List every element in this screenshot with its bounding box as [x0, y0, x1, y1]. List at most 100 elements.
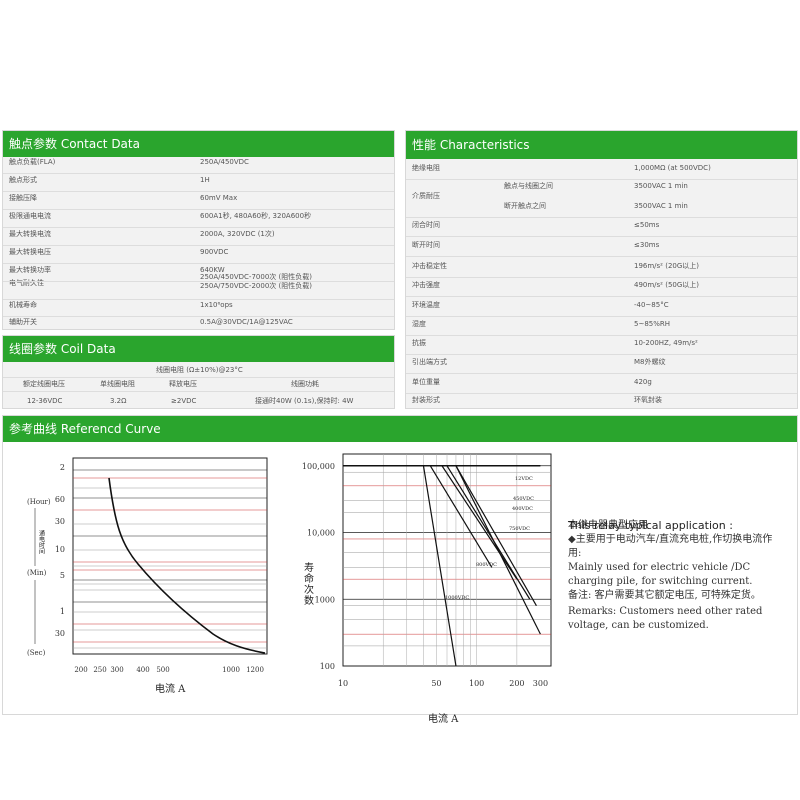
life-chart: 12VDC 450VDC 400VDC 750VDC 800VDC 1000VDC 100…	[302, 453, 552, 725]
characteristics-row-value: 1,000MΩ (at 500VDC)	[634, 164, 711, 172]
characteristics-row-sublabel: 断开触点之间	[504, 202, 546, 210]
on-time-ytick: 2	[60, 463, 65, 472]
on-time-xtick: 500	[156, 666, 169, 674]
contact-row-value: 0.5A@30VDC/1A@125VAC	[200, 318, 293, 326]
on-time-xtick: 250	[93, 666, 106, 674]
life-ytick: 10,000	[307, 529, 335, 538]
contact-row-label: 最大转换电流	[9, 230, 51, 238]
on-time-ytick: 5	[60, 571, 65, 580]
contact-row-value: 1H	[200, 176, 210, 184]
contact-row-value: 900VDC	[200, 248, 229, 256]
on-time-xtick: 200	[74, 666, 87, 674]
characteristics-row-label: 单位重量	[412, 378, 440, 386]
characteristics-panel: 性能 Characteristics 绝缘电阻 1,000MΩ (at 500VD…	[405, 130, 798, 409]
characteristics-row-sublabel: 触点与线圈之间	[504, 182, 553, 190]
contact-row-label: 接触压降	[9, 194, 37, 202]
on-time-unit-hour: (Hour)	[27, 498, 51, 506]
coil-header-voltage: 额定线圈电压	[23, 380, 65, 388]
on-time-ytick: 1	[60, 607, 65, 616]
application-en2: Remarks: Customers need other rated volt…	[568, 606, 763, 631]
on-time-ytick: 10	[55, 545, 65, 554]
coil-data-panel: 线圈参数 Coil Data 线圈电阻 (Ω±10%)@23°C 额定线圈电压 …	[2, 335, 395, 409]
life-xtick: 10	[338, 679, 348, 688]
characteristics-row-value: ≤30ms	[634, 241, 660, 249]
coil-value-power: 接通时40W (0.1s),保持时: 4W	[255, 397, 354, 405]
application-en1: Mainly used for electric vehicle /DC cha…	[568, 562, 753, 587]
characteristics-row-value: 420g	[634, 378, 652, 386]
application-text: 本继电器典型应用 This relay typical application …	[568, 519, 778, 633]
coil-value-resistance: 3.2Ω	[110, 397, 127, 405]
life-series-label: 12VDC	[515, 476, 533, 482]
on-time-xtick: 300	[110, 666, 123, 674]
life-series-label: 450VDC	[513, 496, 534, 502]
characteristics-row-value: 3500VAC 1 min	[634, 182, 688, 190]
life-xtick: 200	[509, 679, 524, 688]
characteristics-row-label: 冲击稳定性	[412, 262, 447, 270]
characteristics-row-label: 环境温度	[412, 301, 440, 309]
application-cn2: 备注: 客户需要其它额定电压, 可特殊定货。	[568, 590, 761, 601]
coil-data-title: 线圈参数 Coil Data	[3, 336, 394, 362]
life-xtick: 100	[469, 679, 484, 688]
life-series-label: 750VDC	[509, 526, 530, 532]
life-series-label: 1000VDC	[445, 595, 469, 601]
characteristics-row-value: 490m/s² (50G以上)	[634, 281, 700, 289]
life-series-label: 800VDC	[476, 562, 497, 568]
on-time-xtick: 1000	[222, 666, 240, 674]
on-time-unit-min: (Min)	[27, 569, 47, 577]
on-time-unit-sec: (Sec)	[27, 649, 46, 657]
contact-row-label: 辅助开关	[9, 318, 37, 326]
characteristics-row-label: 封装形式	[412, 396, 440, 404]
reference-curve-title: 参考曲线 Referencd Curve	[3, 416, 797, 442]
characteristics-row-value: M8外螺纹	[634, 358, 666, 366]
life-series-label: 400VDC	[512, 506, 533, 512]
characteristics-row-value: 196m/s² (20G以上)	[634, 262, 700, 270]
coil-value-voltage: 12-36VDC	[27, 397, 63, 405]
characteristics-row-value: 环氧封装	[634, 396, 662, 404]
coil-value-release: ≥2VDC	[171, 397, 197, 405]
contact-row-label: 触点形式	[9, 176, 37, 184]
contact-data-panel: 触点参数 Contact Data 触点负载(FLA) 250A/450VDC 触点…	[2, 130, 395, 330]
characteristics-row-label: 抗振	[412, 339, 426, 347]
characteristics-row-value: 5~85%RH	[634, 320, 671, 328]
characteristics-row-label: 介质耐压	[412, 192, 440, 200]
characteristics-row-value: 3500VAC 1 min	[634, 202, 688, 210]
characteristics-row-label: 湿度	[412, 320, 426, 328]
coil-top-header: 线圈电阻 (Ω±10%)@23°C	[156, 366, 243, 374]
life-ytick: 100,000	[302, 462, 335, 471]
contact-row-value: 600A1秒, 480A60秒, 320A600秒	[200, 212, 312, 220]
characteristics-row-value: -40~85°C	[634, 301, 669, 309]
life-xtick: 50	[431, 679, 441, 688]
on-time-xlabel: 电流 A	[155, 682, 186, 695]
contact-row-label: 极限通电电流	[9, 212, 51, 220]
coil-header-power: 线圈功耗	[291, 380, 319, 388]
characteristics-row-label: 断开时间	[412, 241, 440, 249]
characteristics-row-label: 引出端方式	[412, 358, 447, 366]
on-time-xtick: 400	[136, 666, 149, 674]
contact-row-value: 250A/450VDC	[200, 158, 249, 166]
application-title-cn: 本继电器典型应用	[568, 520, 648, 531]
characteristics-row-label: 闭合时间	[412, 221, 440, 229]
life-ytick: 1000	[315, 595, 335, 604]
characteristics-title: 性能 Characteristics	[406, 131, 797, 159]
characteristics-row-value: 10-200HZ, 49m/s²	[634, 339, 698, 347]
on-time-xtick: 1200	[246, 666, 264, 674]
characteristics-row-label: 冲击强度	[412, 281, 440, 289]
contact-data-title: 触点参数 Contact Data	[3, 131, 394, 157]
on-time-ytick: 60	[55, 495, 65, 504]
on-time-ytick: 30	[55, 517, 65, 526]
life-ytick: 100	[320, 662, 335, 671]
contact-row-value: 60mV Max	[200, 194, 238, 202]
coil-header-release: 释放电压	[169, 380, 197, 388]
contact-row-value: 2000A, 320VDC (1次)	[200, 230, 275, 238]
contact-row-label: 最大转换功率	[9, 266, 51, 274]
characteristics-row-value: ≤50ms	[634, 221, 660, 229]
life-ylabel: 寿命次数	[302, 561, 314, 606]
coil-header-resistance: 单线圈电阻	[100, 380, 135, 388]
on-time-ytick: 30	[55, 629, 65, 638]
life-xtick: 300	[533, 679, 548, 688]
on-time-ylabel: 通电时间	[38, 529, 45, 555]
on-time-chart: 2 60 30 10 5 1 30 200 250 300 400 500 1000 1200 (Hou…	[27, 457, 268, 695]
contact-row-label: 最大转换电压	[9, 248, 51, 256]
contact-row-value: 1x10⁶ops	[200, 301, 233, 309]
characteristics-row-label: 绝缘电阻	[412, 164, 440, 172]
